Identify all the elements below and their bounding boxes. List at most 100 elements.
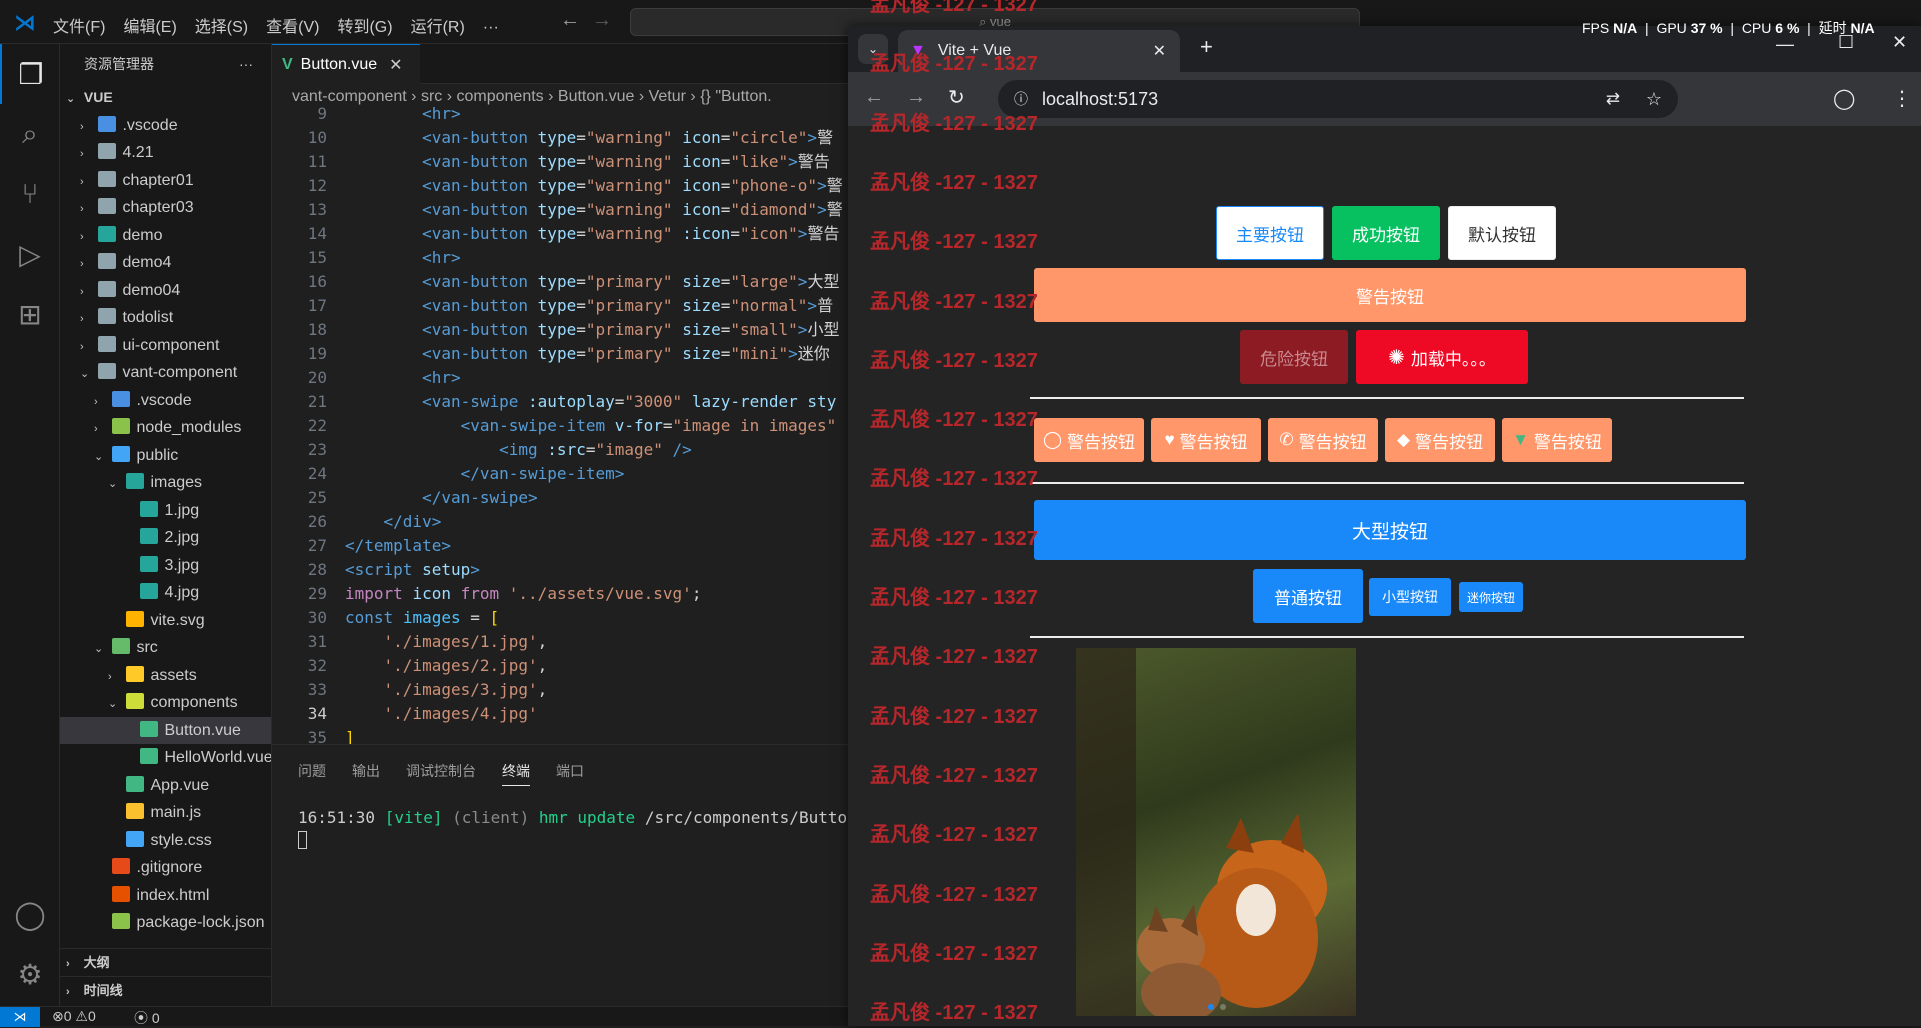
swipe-indicator[interactable] (1220, 1004, 1226, 1010)
tree-item[interactable]: › assets (60, 662, 271, 690)
translate-icon[interactable]: ⇄ (1606, 89, 1620, 109)
forward-icon[interactable]: → (906, 86, 926, 109)
tab-button-vue[interactable]: V Button.vue ✕ (272, 44, 420, 84)
warning-block-button[interactable]: 警告按钮 (1034, 268, 1746, 322)
code-line[interactable]: 33 './images/3.jpg', (272, 678, 548, 702)
code-line[interactable]: 19 <van-button type="primary" size="mini… (272, 342, 830, 366)
site-info-icon[interactable]: ⓘ (1014, 89, 1028, 109)
code-line[interactable]: 13 <van-button type="warning" icon="diam… (272, 198, 843, 222)
code-line[interactable]: 23 <img :src="image" /> (272, 438, 692, 462)
mini-button[interactable]: 迷你按钮 (1459, 582, 1523, 612)
ports-status[interactable]: ⦿ 0 (134, 1008, 160, 1028)
code-line[interactable]: 15 <hr> (272, 246, 461, 270)
star-icon[interactable]: ☆ (1646, 89, 1662, 110)
search-icon[interactable]: ⌕ (0, 104, 60, 164)
tree-item[interactable]: › demo (60, 222, 271, 250)
large-button[interactable]: 大型按钮 (1034, 500, 1746, 560)
tree-item[interactable]: ⌄ components (60, 689, 271, 717)
tree-item[interactable]: › chapter01 (60, 167, 271, 195)
primary-button[interactable]: 主要按钮 (1216, 206, 1324, 260)
extensions-icon[interactable]: ⊞ (0, 284, 60, 344)
default-button[interactable]: 默认按钮 (1448, 206, 1556, 260)
small-button[interactable]: 小型按钮 (1369, 578, 1451, 616)
code-line[interactable]: 35] (272, 726, 355, 744)
profile-icon[interactable]: ◯ (1833, 86, 1855, 111)
tree-item[interactable]: ⌄ images (60, 469, 271, 497)
tree-item[interactable]: style.css (60, 827, 271, 855)
tree-item[interactable]: main.js (60, 799, 271, 827)
code-line[interactable]: 25 </van-swipe> (272, 486, 538, 510)
success-button[interactable]: 成功按钮 (1332, 206, 1440, 260)
tree-item[interactable]: ⌄ vant-component (60, 359, 271, 387)
panel-tab[interactable]: 调试控制台 (406, 761, 476, 785)
breadcrumb-item[interactable]: Button.vue (558, 88, 635, 105)
code-line[interactable]: 12 <van-button type="warning" icon="phon… (272, 174, 843, 198)
tree-item[interactable]: › chapter03 (60, 194, 271, 222)
url-input[interactable]: ⓘ localhost:5173 ⇄ ☆ (998, 80, 1678, 118)
panel-tab[interactable]: 终端 (502, 761, 530, 786)
menu-item[interactable]: 查看(V) (266, 13, 319, 37)
code-line[interactable]: 14 <van-button type="warning" :icon="ico… (272, 222, 840, 246)
close-tab-icon[interactable]: ✕ (1153, 41, 1166, 61)
tree-item[interactable]: .gitignore (60, 854, 271, 882)
code-line[interactable]: 9 <hr> (272, 102, 460, 126)
menu-item[interactable]: 转到(G) (337, 13, 392, 37)
new-tab-icon[interactable]: + (1200, 34, 1213, 60)
tree-item[interactable]: 2.jpg (60, 524, 271, 552)
more-actions-icon[interactable]: ··· (239, 56, 253, 72)
panel-tab[interactable]: 端口 (556, 761, 584, 785)
menu-item[interactable]: 选择(S) (195, 13, 248, 37)
breadcrumb-item[interactable]: Vetur (649, 88, 686, 105)
tree-item[interactable]: › 4.21 (60, 139, 271, 167)
code-line[interactable]: 32 './images/2.jpg', (272, 654, 548, 678)
code-line[interactable]: 10 <van-button type="warning" icon="circ… (272, 126, 833, 150)
code-line[interactable]: 28 <script setup> (272, 558, 480, 582)
menu-item[interactable]: 运行(R) (411, 13, 465, 37)
code-line[interactable]: 20 <hr> (272, 366, 461, 390)
tree-item[interactable]: App.vue (60, 772, 271, 800)
warning-icon-button[interactable]: ✆ 警告按钮 (1268, 418, 1378, 462)
code-line[interactable]: 16 <van-button type="primary" size="larg… (272, 270, 840, 294)
menu-dots-icon[interactable]: ⋮ (1892, 86, 1912, 111)
panel-tab[interactable]: 问题 (298, 761, 326, 785)
code-line[interactable]: 27 </template> (272, 534, 451, 558)
breadcrumb-item[interactable]: {} "Button. (700, 88, 772, 105)
code-line[interactable]: 21 <van-swipe :autoplay="3000" lazy-rend… (272, 390, 837, 414)
code-line[interactable]: 34 './images/4.jpg' (272, 702, 538, 726)
tree-item[interactable]: › node_modules (60, 414, 271, 442)
tree-item[interactable]: 1.jpg (60, 497, 271, 525)
code-line[interactable]: 17 <van-button type="primary" size="norm… (272, 294, 833, 318)
tree-item[interactable]: index.html (60, 882, 271, 910)
account-icon[interactable]: ◯ (0, 884, 60, 944)
tree-item[interactable]: › demo04 (60, 277, 271, 305)
tree-item[interactable]: › todolist (60, 304, 271, 332)
source-control-icon[interactable]: ⑂ (0, 164, 60, 224)
tree-item[interactable]: › .vscode (60, 387, 271, 415)
back-arrow-icon[interactable]: ← (560, 9, 580, 32)
menu-item[interactable]: 文件(F) (53, 13, 105, 37)
code-line[interactable]: 31 './images/1.jpg', (272, 630, 548, 654)
code-line[interactable]: 29 import icon from '../assets/vue.svg'; (272, 582, 702, 606)
swipe-carousel[interactable] (1076, 648, 1356, 1016)
tree-item[interactable]: vite.svg (60, 607, 271, 635)
tree-item[interactable]: › ui-component (60, 332, 271, 360)
tree-item[interactable]: › demo4 (60, 249, 271, 277)
problems-status[interactable]: ⊗0 ⚠0 (52, 1008, 96, 1025)
gear-icon[interactable]: ⚙ (0, 944, 60, 1004)
code-view[interactable]: 9 <hr> 10 <van-button type="warning" icon… (272, 104, 848, 744)
outline-section[interactable]: › 大纲 (60, 949, 271, 976)
tree-item[interactable]: 4.jpg (60, 579, 271, 607)
explorer-icon[interactable]: ❐ (0, 44, 60, 104)
menu-item[interactable]: ··· (483, 19, 499, 37)
loading-button[interactable]: ✺ 加载中。。。 (1356, 330, 1528, 384)
close-icon[interactable]: ✕ (389, 55, 402, 75)
tree-item[interactable]: › .vscode (60, 112, 271, 140)
code-line[interactable]: 30 const images = [ (272, 606, 499, 630)
menu-item[interactable]: 编辑(E) (123, 13, 176, 37)
code-line[interactable]: 11 <van-button type="warning" icon="like… (272, 150, 830, 174)
run-debug-icon[interactable]: ▷ (0, 224, 60, 284)
normal-button[interactable]: 普通按钮 (1253, 569, 1363, 623)
timeline-section[interactable]: › 时间线 (60, 976, 271, 1003)
panel-tab[interactable]: 输出 (352, 761, 380, 785)
code-line[interactable]: 26 </div> (272, 510, 442, 534)
